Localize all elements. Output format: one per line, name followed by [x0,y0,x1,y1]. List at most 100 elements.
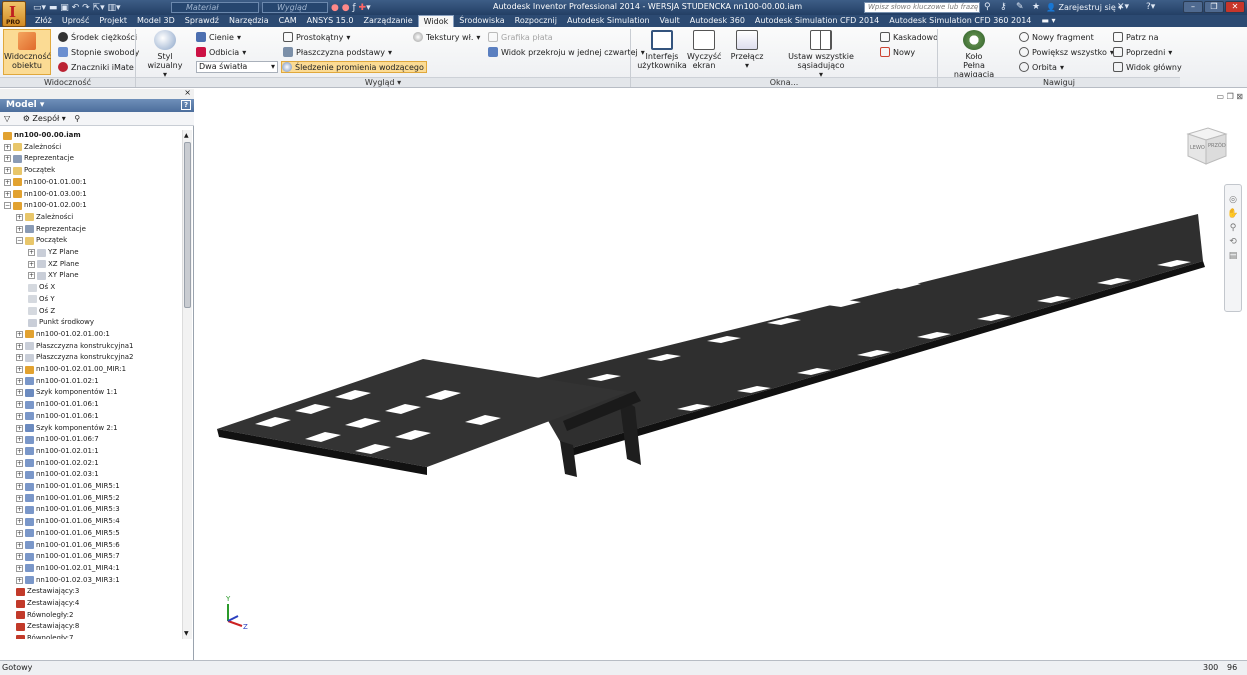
orbit-icon[interactable]: ⟲ [1225,235,1241,249]
tree-item[interactable]: + nn100-01.01.06:1 [16,411,99,422]
tree-item[interactable]: Zestawiający:3 [16,586,79,597]
tree-item[interactable]: + nn100-01.01.06_MIR5:7 [16,551,120,562]
tree-item[interactable]: + XZ Plane [28,259,79,270]
tree-item[interactable]: + nn100-01.01.06_MIR5:1 [16,481,120,492]
tab-6[interactable]: CAM [274,15,302,27]
tree-item[interactable]: Zestawiający:8 [16,621,79,632]
update-icon[interactable]: ▥▾ [107,3,120,13]
tree-item[interactable]: + nn100-01.01.02:1 [16,376,99,387]
binoculars-icon[interactable]: ⚲ [984,2,991,12]
tree-item[interactable]: + Reprezentacje [16,224,86,235]
pan-icon[interactable]: ✋ [1225,207,1241,221]
tab-16[interactable]: Autodesk Simulation CFD 360 2014 [884,15,1036,27]
scroll-thumb[interactable] [184,142,191,308]
expand-icon[interactable]: + [16,459,23,467]
expand-icon[interactable]: + [16,541,23,549]
switch-button[interactable]: Przełącz ▾ [730,30,764,70]
tree-item[interactable]: − Początek [16,235,67,246]
look-at-button[interactable]: Patrz na [1113,31,1159,43]
save-icon[interactable]: ▣ [60,3,69,13]
scroll-down-icon[interactable]: ▼ [184,630,189,637]
ground-plane-button[interactable]: Płaszczyzna podstawy ▾ [283,46,392,58]
tree-item[interactable]: Oś Z [28,306,55,317]
tab-4[interactable]: Sprawdź [180,15,224,27]
search-input[interactable]: Wpisz słowo kluczowe lub frazę [864,2,980,13]
expand-icon[interactable]: + [16,506,23,514]
tree-item[interactable]: + nn100-01.02.03:1 [16,469,99,480]
tab-3[interactable]: Model 3D [132,15,180,27]
expand-icon[interactable]: + [16,576,23,584]
expand-icon[interactable]: + [16,412,23,420]
textures-button[interactable]: Tekstury wł. ▾ [413,31,480,43]
imate-glyphs-toggle[interactable]: Znaczniki iMate [58,61,134,73]
tree-item[interactable]: + Reprezentacje [4,153,74,164]
tree-item[interactable]: + nn100-01.02.01_MIR4:1 [16,563,120,574]
browser-header[interactable]: Model ▾? [0,99,194,112]
star-icon[interactable]: ★ [1032,2,1040,12]
tree-item[interactable]: + nn100-01.01.06_MIR5:6 [16,540,120,551]
tree-item[interactable]: + nn100-01.01.06_MIR5:3 [16,504,120,515]
tree-item[interactable]: + nn100-01.01.00:1 [4,177,87,188]
object-visibility-button[interactable]: Widoczność obiektu [3,29,51,75]
tile-all-button[interactable]: Ustaw wszystkie sąsiadująco ▾ [771,30,871,79]
tree-item[interactable]: + nn100-01.02.01.00:1 [16,329,110,340]
tab-12[interactable]: Autodesk Simulation [562,15,655,27]
expand-icon[interactable]: + [28,260,35,268]
filter-icon[interactable]: ▽ [4,114,10,123]
cascade-button[interactable]: Kaskadowo [880,31,938,43]
help-icon[interactable]: ? [181,100,191,110]
expand-icon[interactable]: + [4,190,11,198]
exchange-icon[interactable]: ✕▾ [1117,2,1129,12]
expand-icon[interactable]: + [4,178,11,186]
tree-item[interactable]: + nn100-01.02.02:1 [16,458,99,469]
tree-item[interactable]: + nn100-01.01.06_MIR5:4 [16,516,120,527]
binoculars-icon[interactable]: ⚲ [74,114,80,123]
tree-item[interactable]: − nn100-01.02.00:1 [4,200,87,211]
lighting-select[interactable]: Dwa światła ▾ [196,61,278,73]
graphics-window[interactable]: ▭ ❐ ⊠ Y Z LEWO PRZÓD ◎ ✋ ⚲ ⟲ ▤ [195,89,1247,660]
user-interface-button[interactable]: Interfejs użytkownika [637,30,687,70]
tree-root[interactable]: nn100-00.00.iam [3,130,81,141]
tab-13[interactable]: Vault [655,15,685,27]
zoom-icon[interactable]: ⚲ [1225,221,1241,235]
expand-icon[interactable]: + [16,330,23,338]
expand-icon[interactable]: + [16,225,23,233]
tree-item[interactable]: Oś Y [28,294,55,305]
tree-item[interactable]: Oś X [28,282,55,293]
expand-icon[interactable]: + [16,564,23,572]
expand-icon[interactable]: + [16,553,23,561]
orbit-button[interactable]: Orbita ▾ [1019,61,1064,73]
key-icon[interactable]: ⚷ [1000,2,1007,12]
tree-item[interactable]: Równoległy:7 [16,633,73,639]
tree-item[interactable]: + Szyk komponentów 1:1 [16,387,118,398]
expand-icon[interactable]: + [16,342,23,350]
expand-icon[interactable]: + [16,401,23,409]
browser-scrollbar[interactable]: ▲ ▼ [182,130,192,639]
tree-item[interactable]: + nn100-01.02.01:1 [16,446,99,457]
ray-tracing-button[interactable]: Śledzenie promienia wodzącego [281,61,427,73]
clear-override-icon[interactable]: ● [331,3,339,13]
visual-style-button[interactable]: Styl wizualny ▾ [141,30,189,79]
maximize-button[interactable]: ❐ [1204,1,1224,13]
tree-item[interactable]: + Zależności [4,142,61,153]
tree-item[interactable]: + nn100-01.02.03_MIR3:1 [16,575,120,586]
tree-item[interactable]: + Płaszczyzna konstrukcyjna1 [16,341,134,352]
close-icon[interactable]: × [184,88,191,97]
adjust-icon[interactable]: ● [342,3,350,13]
expand-icon[interactable]: + [28,272,35,280]
expand-icon[interactable]: + [16,389,23,397]
assembly-filter-dropdown[interactable]: ⚙ Zespół ▾ [23,114,66,123]
previous-view-button[interactable]: Poprzedni ▾ [1113,46,1172,58]
expand-icon[interactable]: + [28,249,35,256]
help-icon[interactable]: ?▾ [1146,2,1155,12]
tab-5[interactable]: Narzędzia [224,15,274,27]
expand-icon[interactable]: + [16,483,23,490]
tree-item[interactable]: + Początek [4,165,55,176]
steering-wheel-icon[interactable]: ◎ [1225,193,1241,207]
material-field[interactable]: Materiał [171,2,259,13]
degrees-of-freedom-toggle[interactable]: Stopnie swobody [58,46,139,58]
home-view-button[interactable]: Widok główny [1113,61,1182,73]
tree-item[interactable]: + Płaszczyzna konstrukcyjna2 [16,352,134,363]
appearance-field[interactable]: Wygląd [262,2,328,13]
redo-icon[interactable]: ↷ [82,3,90,13]
